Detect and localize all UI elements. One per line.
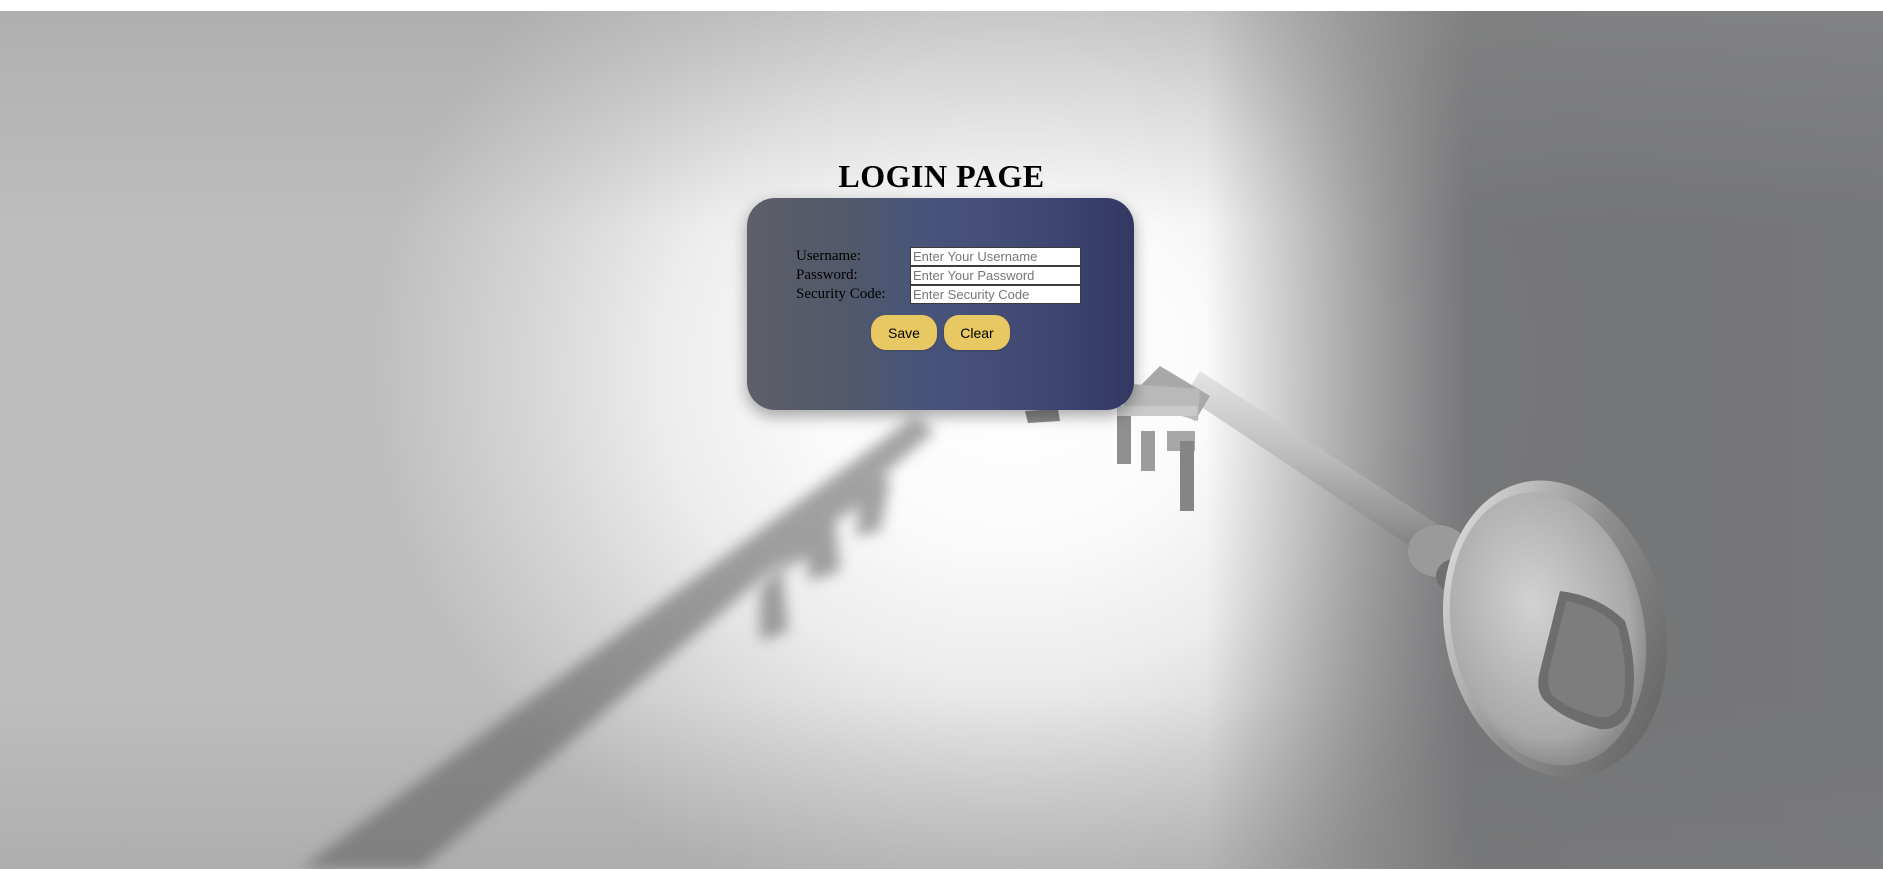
key-illustration — [300, 366, 1668, 869]
background-image — [0, 11, 1883, 869]
password-input[interactable] — [910, 266, 1081, 285]
page-title: LOGIN PAGE — [838, 158, 1045, 194]
password-row: Password: — [796, 266, 1096, 285]
key-bow — [1442, 480, 1668, 778]
security-code-label: Security Code: — [796, 286, 886, 302]
username-label: Username: — [796, 248, 861, 264]
username-row: Username: — [796, 247, 1096, 266]
save-button[interactable]: Save — [871, 315, 937, 350]
clear-button[interactable]: Clear — [944, 315, 1010, 350]
key-shadow — [300, 416, 935, 869]
login-form-card: Username: Password: Security Code: Save … — [747, 198, 1134, 410]
password-label: Password: — [796, 267, 858, 283]
username-input[interactable] — [910, 247, 1081, 266]
security-code-row: Security Code: — [796, 285, 1096, 304]
security-code-input[interactable] — [910, 285, 1081, 304]
